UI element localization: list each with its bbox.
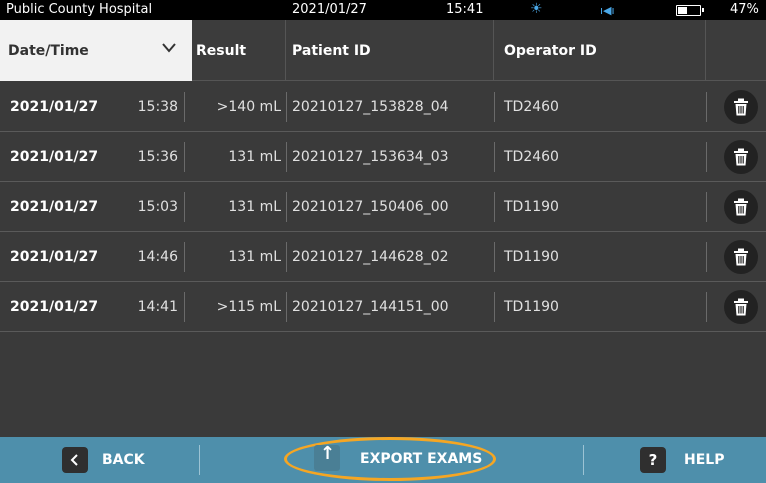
column-divider <box>706 242 707 272</box>
hospital-name: Public County Hospital <box>6 2 153 17</box>
column-divider <box>286 292 287 322</box>
column-header-date-time[interactable]: Date/Time <box>0 20 192 81</box>
trash-icon <box>734 148 748 166</box>
cell-operator-id: TD1190 <box>504 299 559 315</box>
column-divider <box>494 142 495 172</box>
bottom-divider <box>583 445 584 475</box>
cell-patient-id: 20210127_144151_00 <box>292 299 449 315</box>
table-row[interactable]: 2021/01/27 15:38 >140 mL 20210127_153828… <box>0 82 766 132</box>
column-divider <box>184 142 185 172</box>
delete-button[interactable] <box>724 140 758 174</box>
column-divider <box>286 142 287 172</box>
help-label: HELP <box>684 452 725 468</box>
column-divider <box>706 92 707 122</box>
column-header-patient-id-label: Patient ID <box>292 42 371 59</box>
cell-time: 15:03 <box>137 199 178 215</box>
cell-time: 15:38 <box>137 99 178 115</box>
table-row[interactable]: 2021/01/27 15:03 131 mL 20210127_150406_… <box>0 182 766 232</box>
column-divider <box>184 192 185 222</box>
cell-operator-id: TD2460 <box>504 149 559 165</box>
trash-icon <box>734 248 748 266</box>
cell-operator-id: TD1190 <box>504 199 559 215</box>
delete-button[interactable] <box>724 240 758 274</box>
column-divider <box>286 192 287 222</box>
cell-result: 131 mL <box>228 249 281 265</box>
trash-icon <box>734 198 748 216</box>
column-divider <box>184 92 185 122</box>
delete-button[interactable] <box>724 190 758 224</box>
column-divider <box>494 192 495 222</box>
cell-time: 15:36 <box>137 149 178 165</box>
table-row[interactable]: 2021/01/27 15:36 131 mL 20210127_153634_… <box>0 132 766 182</box>
trash-icon <box>734 298 748 316</box>
cell-date: 2021/01/27 <box>10 249 99 265</box>
exam-list: 2021/01/27 15:38 >140 mL 20210127_153828… <box>0 82 766 332</box>
column-header-operator-id-label: Operator ID <box>504 42 597 59</box>
column-divider <box>494 242 495 272</box>
status-date: 2021/01/27 <box>292 2 367 17</box>
cell-operator-id: TD1190 <box>504 249 559 265</box>
cell-result: >140 mL <box>216 99 281 115</box>
battery-percent: 47% <box>730 2 759 17</box>
status-time: 15:41 <box>446 2 484 17</box>
cell-result: >115 mL <box>216 299 281 315</box>
bottom-nav-bar: BACK ↑ EXPORT EXAMS ? HELP <box>0 437 766 483</box>
volume-icon: ı◀ı <box>600 4 615 17</box>
column-divider <box>286 92 287 122</box>
trash-icon <box>734 98 748 116</box>
column-header-date-time-label: Date/Time <box>8 42 89 59</box>
column-header-result[interactable]: Result <box>192 20 286 81</box>
help-button[interactable]: ? HELP <box>640 437 724 483</box>
question-mark-icon: ? <box>640 447 666 473</box>
export-exams-label: EXPORT EXAMS <box>360 451 483 467</box>
cell-time: 14:41 <box>137 299 178 315</box>
column-divider <box>494 292 495 322</box>
back-button[interactable]: BACK <box>62 437 145 483</box>
column-header-result-label: Result <box>196 42 247 59</box>
cell-date: 2021/01/27 <box>10 149 99 165</box>
delete-button[interactable] <box>724 90 758 124</box>
column-header-operator-id[interactable]: Operator ID <box>494 20 706 81</box>
column-divider <box>286 242 287 272</box>
back-label: BACK <box>102 452 145 468</box>
chevron-down-icon <box>162 43 176 53</box>
cell-patient-id: 20210127_144628_02 <box>292 249 449 265</box>
column-header-patient-id[interactable]: Patient ID <box>286 20 494 81</box>
cell-operator-id: TD2460 <box>504 99 559 115</box>
cell-date: 2021/01/27 <box>10 199 99 215</box>
cell-patient-id: 20210127_153828_04 <box>292 99 449 115</box>
chevron-left-icon <box>62 447 88 473</box>
arrow-up-icon: ↑ <box>320 443 336 464</box>
cell-time: 14:46 <box>137 249 178 265</box>
battery-icon <box>676 5 704 16</box>
column-divider <box>494 92 495 122</box>
export-exams-button[interactable]: ↑ EXPORT EXAMS <box>284 437 496 483</box>
cell-date: 2021/01/27 <box>10 99 99 115</box>
column-divider <box>184 242 185 272</box>
cell-result: 131 mL <box>228 149 281 165</box>
column-divider <box>184 292 185 322</box>
delete-button[interactable] <box>724 290 758 324</box>
cell-patient-id: 20210127_153634_03 <box>292 149 449 165</box>
column-divider <box>706 192 707 222</box>
table-row[interactable]: 2021/01/27 14:41 >115 mL 20210127_144151… <box>0 282 766 332</box>
table-row[interactable]: 2021/01/27 14:46 131 mL 20210127_144628_… <box>0 232 766 282</box>
status-bar: Public County Hospital 2021/01/27 15:41 … <box>0 0 766 20</box>
table-header: Date/Time Result Patient ID Operator ID <box>0 20 766 81</box>
bottom-divider <box>199 445 200 475</box>
sun-icon: ☀ <box>530 1 543 17</box>
cell-date: 2021/01/27 <box>10 299 99 315</box>
cell-patient-id: 20210127_150406_00 <box>292 199 449 215</box>
cell-result: 131 mL <box>228 199 281 215</box>
column-divider <box>706 142 707 172</box>
column-divider <box>706 292 707 322</box>
